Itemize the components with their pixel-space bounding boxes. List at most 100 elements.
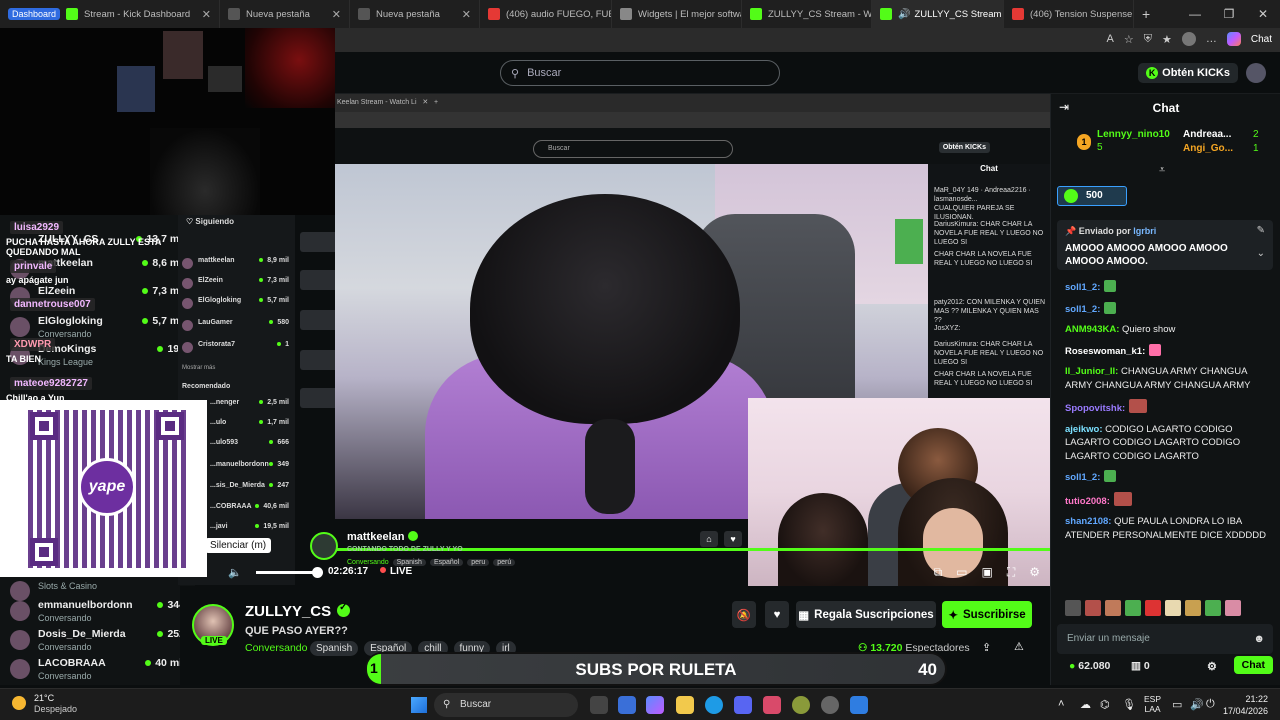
subscribe-button[interactable]: ✦ Suscribirse (942, 601, 1032, 628)
clip-icon[interactable]: ⧉ (934, 565, 943, 580)
theater-icon[interactable]: ▭ (956, 565, 967, 580)
mic-icon[interactable]: 🎙 (1122, 698, 1136, 711)
leader-name[interactable]: Angi_Go... (1183, 143, 1233, 154)
tray-icon[interactable]: ⌬ (1100, 698, 1110, 711)
folder-icon[interactable] (676, 696, 694, 714)
chevron-up-icon[interactable]: ˄ (1058, 698, 1064, 710)
volume-knob[interactable] (312, 567, 323, 578)
store-icon[interactable] (618, 696, 636, 714)
app-icon[interactable] (763, 696, 781, 714)
close-window-button[interactable]: ✕ (1246, 7, 1280, 21)
close-icon[interactable]: ✕ (456, 8, 471, 21)
gear-icon[interactable]: ⚙ (1029, 565, 1040, 580)
channel-name[interactable]: ZULLYY_CS (245, 602, 351, 620)
emote[interactable] (1105, 600, 1121, 616)
emote[interactable] (1125, 600, 1141, 616)
tab-new-2[interactable]: Nueva pestaña ✕ (350, 0, 480, 28)
address-tools: A ☆ ⛨ ★ … Chat (1107, 32, 1272, 46)
emote[interactable] (1225, 600, 1241, 616)
volume-slider[interactable] (256, 571, 316, 574)
copilot-chat-label[interactable]: Chat (1251, 34, 1272, 45)
leader-name[interactable]: Lennyy_nino10 (1097, 129, 1170, 140)
tab-new-1[interactable]: Nueva pestaña ✕ (220, 0, 350, 28)
tab-group-pill[interactable]: Dashboard (8, 8, 61, 20)
tab-zullyy-1[interactable]: ZULLYY_CS Stream - Watc ✕ (742, 0, 872, 28)
live-badge: LIVE (201, 636, 227, 645)
obs-icon[interactable] (821, 696, 839, 714)
battery-icon[interactable]: ⏻ (1206, 698, 1215, 711)
emote[interactable] (1145, 600, 1161, 616)
tab-widgets[interactable]: Widgets | El mejor softwa ✕ (612, 0, 742, 28)
send-chat-button[interactable]: Chat (1233, 656, 1273, 674)
more-icon[interactable]: … (1206, 33, 1217, 45)
close-icon[interactable]: ✕ (326, 8, 341, 21)
category-link[interactable]: Conversando (245, 642, 307, 654)
window-controls: — ❐ ✕ (1178, 0, 1280, 28)
pip-icon[interactable]: ▣ (981, 565, 992, 580)
sidebar-item[interactable]: LACOBRAAA Conversando 40 mil (10, 655, 185, 685)
favorite-icon[interactable]: ☆ (1124, 33, 1134, 46)
sidebar-item[interactable]: emmanuelbordonn Conversando 344 (10, 597, 185, 627)
get-kicks-button[interactable]: K Obtén KICKs (1138, 63, 1238, 83)
close-icon[interactable]: ✕ (196, 8, 211, 21)
edge-icon[interactable] (705, 696, 723, 714)
sidebar-item[interactable]: Dosis_De_Mierda Conversando 252 (10, 626, 185, 656)
copilot-icon[interactable] (1226, 32, 1241, 46)
speaker-icon[interactable]: 🔊 (898, 9, 910, 20)
tab-youtube-audio[interactable]: (406) audio FUEGO, FUEGO ✕ (480, 0, 612, 28)
expand-icon[interactable]: ⩡ (1159, 164, 1165, 177)
gift-count[interactable]: ▥ 0 (1131, 660, 1150, 672)
read-aloud-icon[interactable]: A (1107, 33, 1114, 45)
volume-icon[interactable]: 🔈 (228, 566, 242, 579)
emoji-icon[interactable]: ☻ (1253, 624, 1265, 654)
profile-icon[interactable] (1181, 32, 1196, 46)
chevron-down-icon[interactable]: ⌄ (1257, 248, 1265, 259)
chat-message: ajeikwo: CODIGO LAGARTO CODIGO LAGARTO C… (1065, 423, 1241, 462)
tab-youtube-tension[interactable]: (406) Tension Suspense Co ✕ (1004, 0, 1134, 28)
player-timebar: 🔈 02:26:17 LIVE (228, 566, 428, 580)
volume-icon[interactable]: 🔊 (1190, 698, 1204, 711)
kicks-balance[interactable]: ● 62.080 (1069, 660, 1110, 672)
fullscreen-icon[interactable]: ⛶ (1007, 565, 1015, 580)
tag[interactable]: Spanish (310, 641, 359, 656)
emote[interactable] (1065, 600, 1081, 616)
task-view-icon[interactable] (590, 696, 608, 714)
share-icon[interactable]: ⇪ (982, 641, 991, 654)
clock[interactable]: 21:22 17/04/2026 (1223, 693, 1268, 717)
app-icon[interactable] (850, 696, 868, 714)
taskbar-search[interactable]: ⚲ Buscar (434, 693, 578, 717)
unpin-icon[interactable]: ✎ (1257, 225, 1265, 236)
new-tab-button[interactable]: + (1142, 6, 1150, 22)
kicks-highlight[interactable]: 500 (1057, 186, 1127, 206)
tray-icon[interactable]: ☁ (1080, 698, 1091, 711)
emote[interactable] (1165, 600, 1181, 616)
restore-button[interactable]: ❐ (1212, 7, 1246, 21)
network-icon[interactable]: ▭ (1172, 698, 1182, 711)
discord-icon[interactable] (734, 696, 752, 714)
qr-finder (30, 412, 58, 440)
warning-icon[interactable]: ⚠ (1014, 640, 1024, 653)
gear-icon[interactable]: ⚙ (1207, 660, 1217, 673)
minimize-button[interactable]: — (1178, 7, 1212, 21)
leader-name[interactable]: Andreaa... (1183, 129, 1231, 140)
overlay-chat-message: TA BIEN (6, 354, 41, 364)
language-indicator[interactable]: ESP LAA (1144, 694, 1161, 714)
gift-subs-button[interactable]: ▦ Regala Suscripciones (796, 601, 936, 628)
copilot-icon[interactable] (646, 696, 664, 714)
stream-time: 02:26:17 (328, 566, 369, 577)
tab-dashboard[interactable]: Dashboard Stream - Kick Dashboard ✕ (0, 0, 220, 28)
chat-input[interactable]: Enviar un mensaje ☻ (1057, 624, 1273, 654)
favorites-icon[interactable]: ★ (1162, 33, 1172, 46)
avatar[interactable] (1246, 63, 1266, 83)
mute-notifications-button[interactable]: 🔕 (732, 601, 756, 628)
emote[interactable] (1205, 600, 1221, 616)
extensions-icon[interactable]: ⛨ (1144, 33, 1152, 46)
follow-button[interactable]: ♥ (765, 601, 789, 628)
windows-start-icon[interactable] (411, 697, 427, 713)
app-icon[interactable] (792, 696, 810, 714)
emote[interactable] (1085, 600, 1101, 616)
search-input[interactable]: ⚲ Buscar (500, 60, 780, 86)
tab-zullyy-active[interactable]: 🔊 ZULLYY_CS Stream - W ✕ (872, 0, 1004, 28)
emote[interactable] (1185, 600, 1201, 616)
live-indicator: LIVE (380, 566, 412, 577)
